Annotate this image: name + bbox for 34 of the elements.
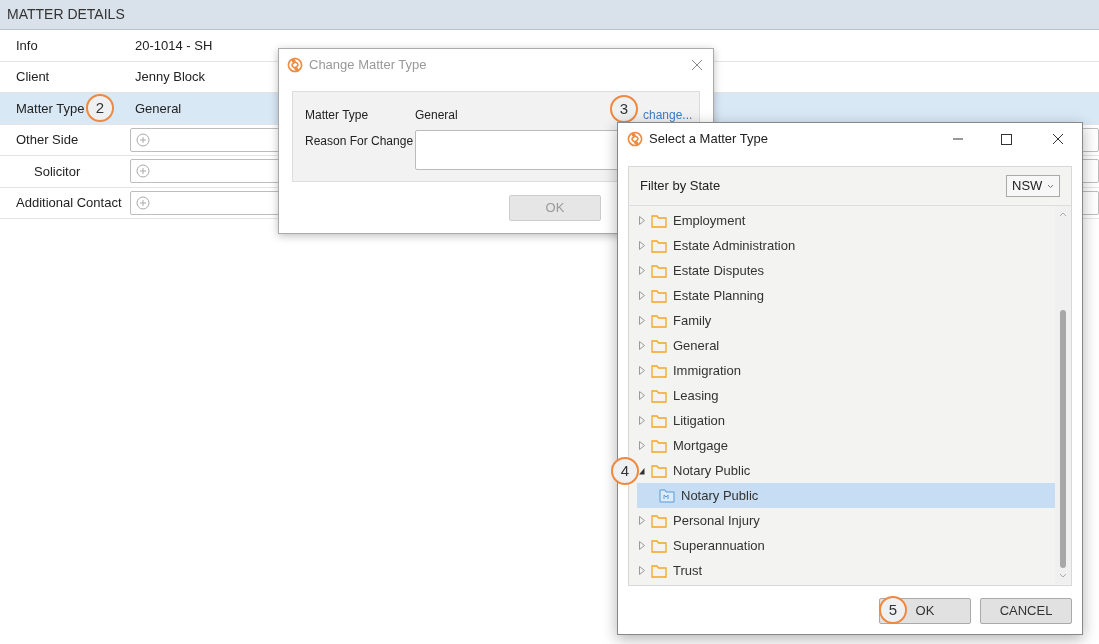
row-label: Client	[16, 69, 50, 84]
tree-label: Superannuation	[673, 536, 765, 555]
step-badge: 4	[611, 457, 639, 485]
row-value: General	[135, 99, 182, 118]
tree-label: Litigation	[673, 411, 726, 430]
tree-label: Immigration	[673, 361, 741, 380]
tree-label: Mortgage	[673, 436, 728, 455]
row-value: 20-1014 - SH	[135, 36, 213, 55]
row-label: Other Side	[16, 132, 79, 147]
step-badge: 3	[610, 95, 638, 123]
tree-label: Trust	[673, 561, 703, 580]
field-label: Reason For Change	[305, 133, 414, 150]
filter-label: Filter by State	[640, 177, 721, 196]
tree-label: Employment	[673, 211, 746, 230]
tree-label: Leasing	[673, 386, 719, 405]
tree-label: Family	[673, 311, 712, 330]
step-badge: 5	[879, 596, 907, 624]
row-label: Info	[16, 37, 38, 53]
section-header: MATTER DETAILS	[0, 0, 1099, 30]
field-label: Matter Type	[305, 107, 369, 124]
row-label: Additional Contact	[16, 195, 122, 210]
tree-label: Personal Injury	[673, 511, 760, 530]
tree-label: Estate Planning	[673, 286, 765, 305]
tree-label: Estate Disputes	[673, 261, 765, 280]
tree-label: Notary Public	[681, 486, 759, 505]
dialog-title: Select a Matter Type	[649, 130, 768, 149]
tree-label: Estate Administration	[673, 236, 796, 255]
row-value: Jenny Block	[135, 68, 206, 86]
row-label: Matter Type	[16, 100, 85, 116]
row-label: Solicitor	[34, 163, 81, 179]
tree-label: Notary Public	[673, 461, 751, 480]
field-value: General	[415, 107, 458, 124]
tree-label: General	[673, 336, 720, 355]
step-badge: 2	[86, 94, 114, 122]
